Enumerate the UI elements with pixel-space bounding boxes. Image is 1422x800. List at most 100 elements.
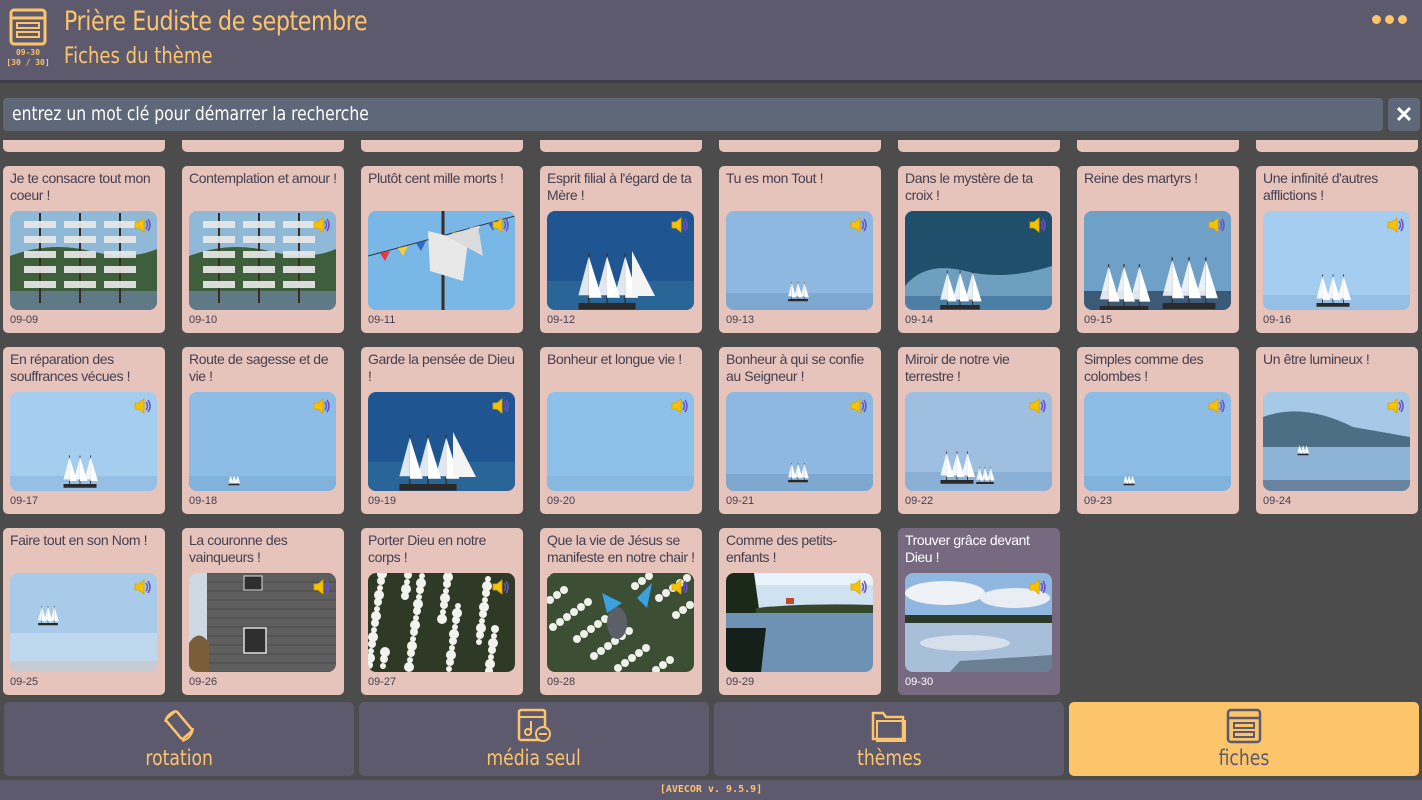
fiche-card[interactable]: Simples comme des colombes ! 09-23	[1077, 347, 1239, 514]
card-thumbnail	[547, 392, 694, 491]
nav-label-text: fiches	[1218, 746, 1270, 770]
fiche-card[interactable]: Faire tout en son Nom ! 09-25	[3, 528, 165, 695]
audio-icon[interactable]	[1386, 217, 1406, 233]
fiche-card[interactable]: Miroir de notre vie terrestre ! 09-22	[898, 347, 1060, 514]
audio-icon[interactable]	[849, 579, 869, 595]
card-title: La couronne des vainqueurs !	[189, 532, 288, 565]
fiche-card[interactable]: Porter Dieu en notre corps ! 09-27	[361, 528, 523, 695]
fiche-card[interactable]: Comme des petits-enfants ! 09-29	[719, 528, 881, 695]
card-partial[interactable]	[898, 140, 1060, 152]
card-thumbnail	[189, 573, 336, 672]
card-partial[interactable]	[1256, 140, 1418, 152]
audio-icon[interactable]	[491, 398, 511, 414]
search-input[interactable]: entrez un mot clé pour démarrer la reche…	[3, 98, 1383, 131]
audio-icon[interactable]	[1207, 398, 1227, 414]
card-date: 09-12	[547, 314, 576, 326]
fiche-card[interactable]: Tu es mon Tout ! 09-13	[719, 166, 881, 333]
card-date: 09-10	[189, 314, 218, 326]
fiche-card[interactable]: La couronne des vainqueurs ! 09-26	[182, 528, 344, 695]
audio-icon[interactable]	[670, 398, 690, 414]
clear-search-button[interactable]: ✕	[1388, 98, 1420, 131]
fiche-card[interactable]: Contemplation et amour ! 09-10	[182, 166, 344, 333]
card-thumbnail	[905, 392, 1052, 491]
card-date: 09-09	[10, 314, 39, 326]
nav-rotation-button[interactable]: rotation	[4, 702, 354, 776]
card-thumbnail	[905, 211, 1052, 310]
nav-label-text: rotation	[145, 746, 213, 770]
card-thumbnail	[10, 573, 157, 672]
card-title: Bonheur et longue vie !	[547, 351, 682, 367]
card-date: 09-18	[189, 495, 218, 507]
bottom-nav: rotation média seul thèmes fiches	[0, 700, 1422, 780]
audio-icon[interactable]	[1028, 579, 1048, 595]
page-subtitle: Fiches du thème	[64, 44, 213, 69]
fiche-card[interactable]: Un être lumineux ! 09-24	[1256, 347, 1418, 514]
audio-icon[interactable]	[312, 398, 332, 414]
fiche-card[interactable]: Dans le mystère de ta croix ! 09-14	[898, 166, 1060, 333]
card-thumbnail	[726, 211, 873, 310]
card-partial[interactable]	[361, 140, 523, 152]
fiche-card[interactable]: Bonheur et longue vie ! 09-20	[540, 347, 702, 514]
fiche-card[interactable]: En réparation des souffrances vécues ! 0…	[3, 347, 165, 514]
folders-icon	[870, 708, 908, 744]
fiche-card[interactable]: Route de sagesse et de vie ! 09-18	[182, 347, 344, 514]
audio-icon[interactable]	[849, 398, 869, 414]
fiche-card[interactable]: Bonheur à qui se confie au Seigneur ! 09…	[719, 347, 881, 514]
fiche-card[interactable]: Garde la pensée de Dieu ! 09-19	[361, 347, 523, 514]
card-partial[interactable]	[3, 140, 165, 152]
card-date: 09-28	[547, 676, 576, 688]
audio-icon[interactable]	[849, 217, 869, 233]
nav-media-only-button[interactable]: média seul	[359, 702, 709, 776]
card-title: Simples comme des colombes !	[1084, 351, 1204, 384]
app-logo: 09-30 [30 / 30]	[6, 8, 50, 72]
fiche-card[interactable]: Plutôt cent mille morts ! 09-11	[361, 166, 523, 333]
card-title: Dans le mystère de ta croix !	[905, 170, 1033, 203]
fiche-card[interactable]: Je te consacre tout mon coeur ! 09-09	[3, 166, 165, 333]
card-date: 09-11	[368, 314, 396, 326]
card-title: Une infinité d'autres afflictions !	[1263, 170, 1378, 203]
card-date: 09-14	[905, 314, 934, 326]
card-date: 09-23	[1084, 495, 1113, 507]
audio-icon[interactable]	[670, 217, 690, 233]
fiche-card[interactable]: Trouver grâce devant Dieu ! 09-30	[898, 528, 1060, 695]
fiche-card[interactable]: Reine des martyrs ! 09-15	[1077, 166, 1239, 333]
nav-fiches-button[interactable]: fiches	[1069, 702, 1419, 776]
card-thumbnail	[1084, 392, 1231, 491]
audio-icon[interactable]	[312, 579, 332, 595]
card-partial[interactable]	[719, 140, 881, 152]
audio-icon[interactable]	[133, 398, 153, 414]
card-date: 09-20	[547, 495, 576, 507]
card-thumbnail	[368, 573, 515, 672]
fiche-card[interactable]: Que la vie de Jésus se manifeste en notr…	[540, 528, 702, 695]
nav-label: rotation	[4, 746, 354, 770]
nav-label-text: média seul	[486, 746, 582, 770]
card-thumbnail	[547, 573, 694, 672]
card-thumbnail	[905, 573, 1052, 672]
audio-icon[interactable]	[1028, 217, 1048, 233]
card-date: 09-30	[905, 676, 934, 688]
card-date: 09-29	[726, 676, 755, 688]
fiche-card[interactable]: Esprit filial à l'égard de ta Mère ! 09-…	[540, 166, 702, 333]
card-date: 09-16	[1263, 314, 1292, 326]
nav-themes-button[interactable]: thèmes	[714, 702, 1064, 776]
nav-label: fiches	[1069, 746, 1419, 770]
card-thumbnail	[1084, 211, 1231, 310]
audio-icon[interactable]	[1386, 398, 1406, 414]
audio-icon[interactable]	[670, 579, 690, 595]
fiche-card[interactable]: Une infinité d'autres afflictions ! 09-1…	[1256, 166, 1418, 333]
card-thumbnail	[10, 392, 157, 491]
audio-icon[interactable]	[1207, 217, 1227, 233]
card-thumbnail	[189, 211, 336, 310]
audio-icon[interactable]	[491, 579, 511, 595]
card-partial[interactable]	[182, 140, 344, 152]
card-partial[interactable]	[540, 140, 702, 152]
audio-icon[interactable]	[133, 217, 153, 233]
audio-icon[interactable]	[1028, 398, 1048, 414]
audio-icon[interactable]	[133, 579, 153, 595]
card-title: Garde la pensée de Dieu !	[368, 351, 515, 384]
card-partial[interactable]	[1077, 140, 1239, 152]
more-dots-icon[interactable]	[1372, 12, 1410, 26]
card-thumbnail	[368, 211, 515, 310]
audio-icon[interactable]	[312, 217, 332, 233]
audio-icon[interactable]	[491, 217, 511, 233]
